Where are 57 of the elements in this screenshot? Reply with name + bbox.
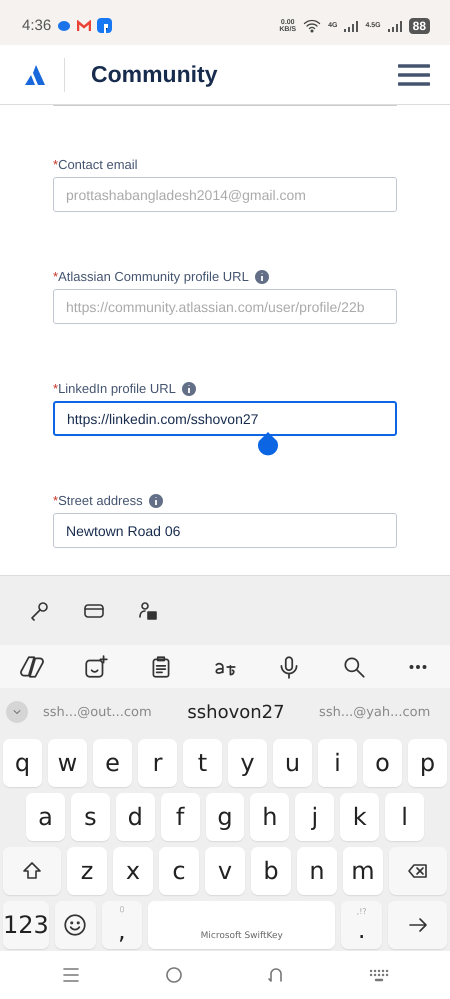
message-icon (57, 20, 72, 32)
enter-key[interactable] (388, 901, 447, 949)
field-label: *LinkedIn profile URL (53, 381, 176, 396)
field-label: *Atlassian Community profile URL (53, 269, 249, 284)
clock: 4:36 (22, 17, 52, 34)
key[interactable]: t (183, 739, 222, 787)
period-key[interactable]: ,!? . (341, 901, 382, 949)
key[interactable]: x (113, 847, 153, 895)
emoji-key[interactable] (54, 901, 96, 949)
key[interactable]: o (363, 739, 402, 787)
key[interactable]: j (295, 793, 334, 841)
signal-icon (386, 20, 403, 32)
key[interactable]: g (206, 793, 244, 841)
key[interactable]: c (159, 847, 199, 895)
key[interactable]: e (93, 739, 132, 787)
field-label: *Street address (53, 493, 143, 508)
key[interactable]: n (297, 847, 337, 895)
key[interactable]: u (273, 739, 312, 787)
key[interactable]: r (138, 739, 177, 787)
input-field[interactable]: Newtown Road 06 (53, 513, 397, 548)
logo-icon (24, 64, 46, 86)
key[interactable]: z (67, 847, 107, 895)
signal-icon (343, 20, 360, 32)
key[interactable]: i (318, 739, 357, 787)
shift-key[interactable] (3, 847, 61, 895)
key[interactable]: k (340, 793, 380, 841)
key[interactable]: w (48, 739, 87, 787)
info-icon[interactable] (182, 382, 196, 396)
key[interactable]: a (26, 793, 65, 841)
key[interactable]: v (205, 847, 245, 895)
key[interactable]: h (250, 793, 290, 841)
input-field[interactable]: https://linkedin.com/sshovon27 (53, 401, 397, 436)
key[interactable]: p (408, 739, 447, 787)
menu-icon[interactable] (398, 62, 430, 86)
sticker-icon[interactable] (83, 654, 110, 680)
cursor-handle[interactable] (257, 432, 279, 456)
backspace-key[interactable] (389, 847, 447, 895)
key[interactable]: d (116, 793, 155, 841)
suggestion[interactable]: sshovon27 (166, 702, 306, 722)
mail-icon (77, 20, 92, 32)
smiley-icon (62, 912, 88, 938)
field-label: *Contact email (53, 157, 138, 172)
numbers-key[interactable]: 123 (3, 901, 49, 949)
key[interactable]: s (70, 793, 110, 841)
copilot-icon[interactable] (19, 654, 46, 680)
key[interactable]: y (228, 739, 267, 787)
space-key[interactable]: Microsoft SwiftKey (148, 901, 336, 949)
info-icon[interactable] (148, 494, 163, 508)
key[interactable]: q (3, 739, 42, 787)
key[interactable]: m (343, 847, 383, 895)
comma-key[interactable]: , (102, 901, 142, 949)
key[interactable]: f (160, 793, 200, 841)
app-icon (97, 18, 112, 33)
battery-level: 88 (408, 18, 430, 34)
site-title: Community (91, 61, 218, 88)
key[interactable]: l (385, 793, 424, 841)
key[interactable]: b (251, 847, 291, 895)
